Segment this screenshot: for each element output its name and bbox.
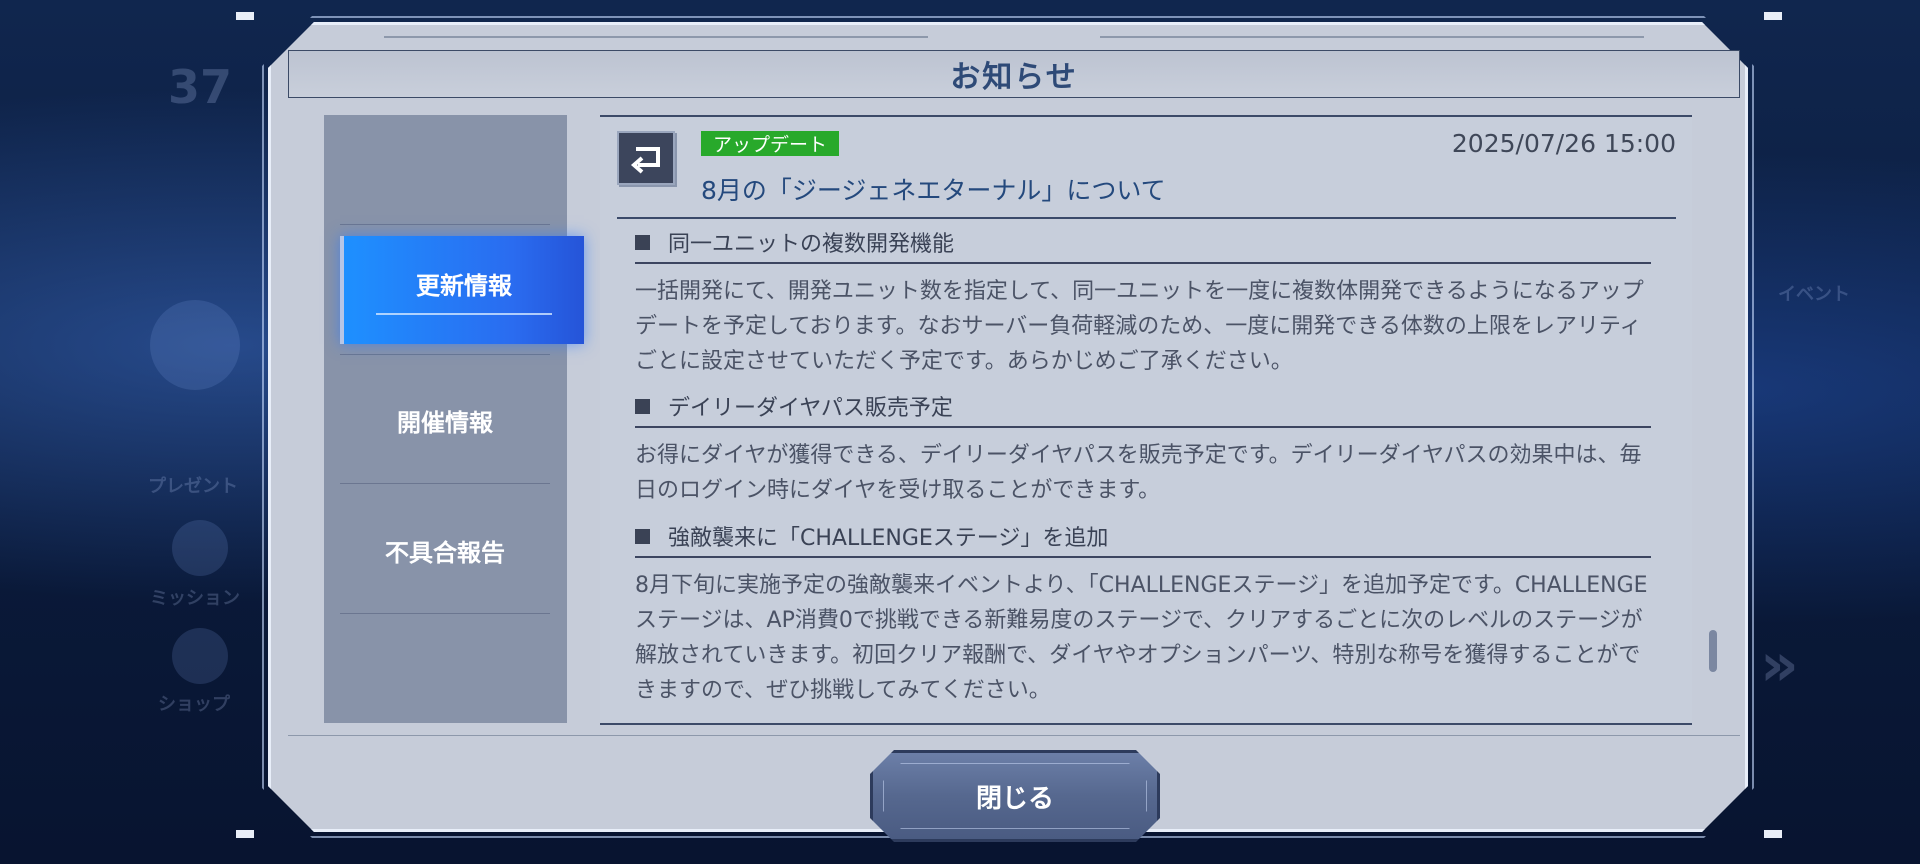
sidebar-divider — [340, 224, 550, 225]
sidebar-divider — [340, 613, 550, 614]
content-scrollbar[interactable] — [1709, 630, 1717, 672]
bg-shop-label: ショップ — [158, 694, 230, 715]
frame-corner-tick — [236, 12, 254, 20]
notice-category-tag: アップデート — [701, 131, 840, 156]
notice-section: 強敵襲来に「CHALLENGEステージ」を追加 8月下旬に実施予定の強敵襲来イベ… — [635, 520, 1651, 708]
section-heading: 同一ユニットの複数開発機能 — [635, 226, 1651, 264]
modal-title: お知らせ — [950, 60, 1078, 95]
section-heading: 強敵襲来に「CHALLENGEステージ」を追加 — [635, 520, 1651, 558]
bg-present-label: プレゼント — [148, 476, 238, 497]
frame-bottom-line — [288, 735, 1740, 736]
bg-mail-icon — [150, 300, 240, 390]
notice-header-divider — [617, 217, 1676, 219]
notice-section: デイリーダイヤパス販売予定 お得にダイヤが獲得できる、デイリーダイヤパスを販売予… — [635, 390, 1651, 508]
close-button-label: 閉じる — [975, 783, 1054, 814]
section-heading-text: 強敵襲来に「CHALLENGEステージ」を追加 — [668, 526, 1109, 551]
bg-shop-icon — [172, 628, 228, 684]
frame-corner-tick — [1764, 12, 1782, 20]
notice-section: 同一ユニットの複数開発機能 一括開発にて、開発ユニット数を指定して、同一ユニット… — [635, 226, 1651, 379]
bg-next-arrows-icon: » — [1760, 630, 1799, 700]
return-arrow-icon — [630, 147, 660, 174]
content-top-border — [600, 115, 1692, 117]
tab-update-info[interactable]: 更新情報 — [340, 236, 584, 344]
frame-corner-tick — [236, 830, 254, 838]
frame-corner-tick — [1764, 830, 1782, 838]
bg-mission-icon — [172, 520, 228, 576]
bullet-square-icon — [635, 234, 650, 250]
close-button[interactable]: 閉じる — [870, 750, 1160, 842]
bullet-square-icon — [635, 528, 650, 544]
tab-event-info-label: 開催情報 — [397, 408, 493, 437]
sidebar-divider — [340, 483, 550, 484]
notice-date: 2025/07/26 15:00 — [1451, 129, 1676, 158]
section-body: 一括開発にて、開発ユニット数を指定して、同一ユニットを一度に複数体開発できるよう… — [635, 279, 1644, 374]
tab-update-info-label: 更新情報 — [416, 271, 512, 300]
section-body: 8月下旬に実施予定の強敵襲来イベントより、「CHALLENGEステージ」を追加予… — [635, 573, 1648, 703]
section-body: お得にダイヤが獲得できる、デイリーダイヤパスを販売予定です。デイリーダイヤパスの… — [635, 443, 1642, 503]
sidebar-divider — [340, 354, 550, 355]
section-heading-text: デイリーダイヤパス販売予定 — [668, 396, 953, 421]
tab-bug-report-label: 不具合報告 — [385, 538, 505, 567]
bg-rank-number: 37 — [168, 60, 233, 114]
bg-mission-label: ミッション — [150, 588, 240, 609]
active-tab-underline — [376, 312, 552, 315]
tab-event-info[interactable]: 開催情報 — [340, 360, 550, 480]
frame-top-line-right — [1100, 36, 1644, 38]
content-bottom-border — [600, 723, 1692, 725]
tab-bug-report[interactable]: 不具合報告 — [340, 490, 550, 610]
section-heading-text: 同一ユニットの複数開発機能 — [668, 232, 955, 257]
modal-title-bar: お知らせ — [288, 50, 1740, 98]
bg-event-label: イベント — [1778, 284, 1850, 305]
notice-title: 8月の「ジージェネエターナル」について — [701, 176, 1166, 205]
bullet-square-icon — [635, 398, 650, 414]
back-button[interactable] — [617, 131, 675, 185]
frame-top-line-left — [384, 36, 928, 38]
section-heading: デイリーダイヤパス販売予定 — [635, 390, 1651, 428]
